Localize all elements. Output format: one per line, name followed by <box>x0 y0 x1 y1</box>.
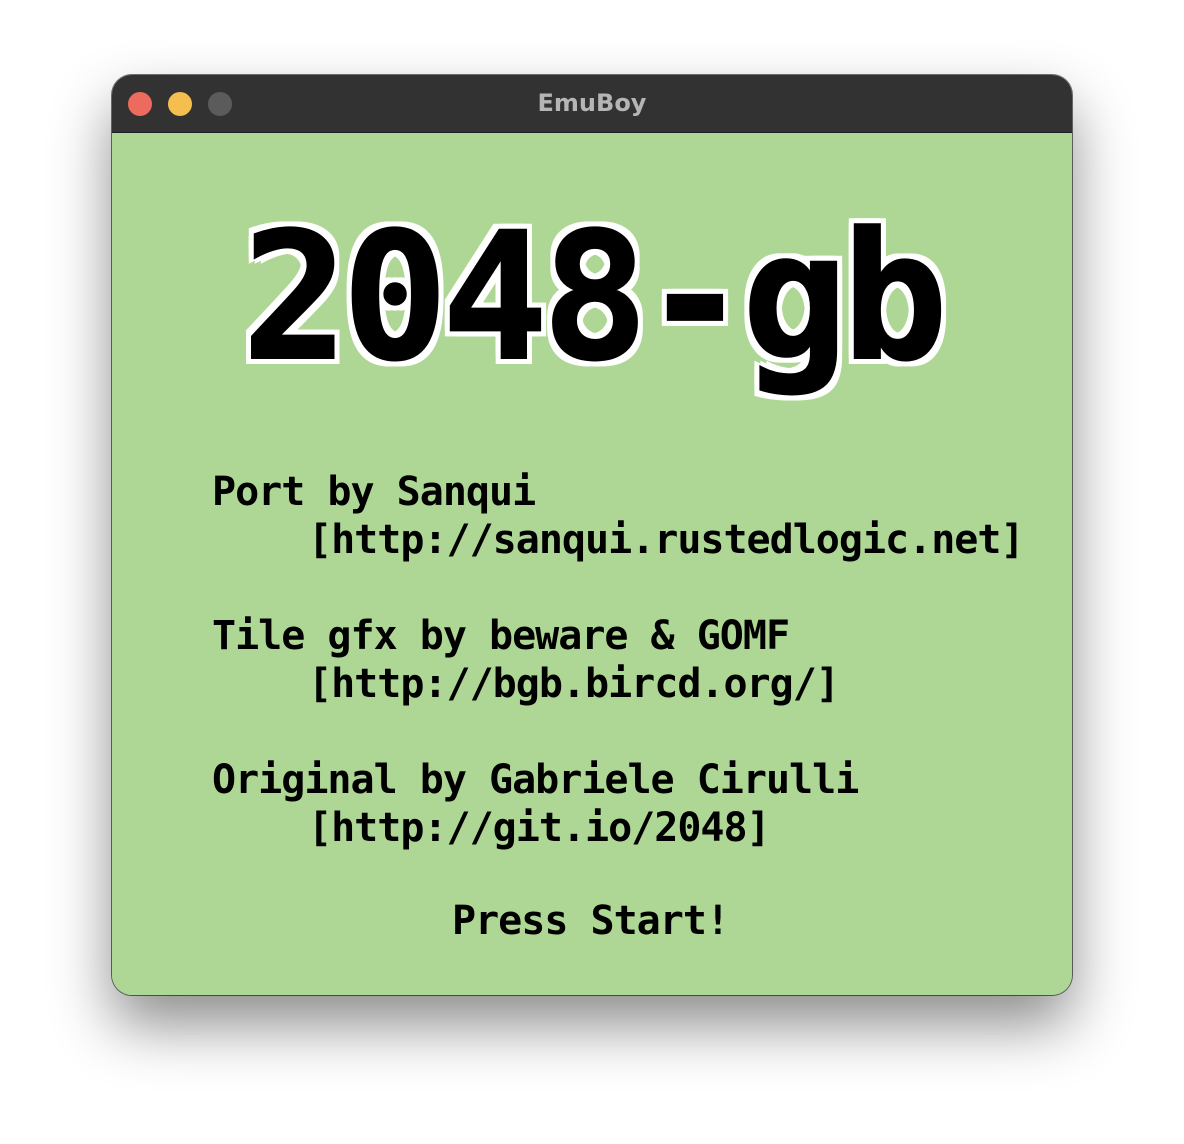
emulator-window: EmuBoy 2048-gb Port by Sanqui [http://sa… <box>112 75 1072 995</box>
game-screen[interactable]: 2048-gb Port by Sanqui [http://sanqui.ru… <box>112 133 1072 995</box>
credit-port-url: [http://sanqui.rustedlogic.net] <box>308 517 1025 563</box>
credit-original-label: Original by Gabriele Cirulli <box>212 757 859 803</box>
credit-original-url: [http://git.io/2048] <box>308 805 771 851</box>
credit-tiles-label: Tile gfx by beware & GOMF <box>212 613 790 659</box>
press-start-prompt: Press Start! <box>452 898 730 944</box>
credit-port-label: Port by Sanqui <box>212 469 536 515</box>
title-bar[interactable]: EmuBoy <box>112 75 1072 133</box>
game-logo: 2048-gb <box>241 195 949 400</box>
window-title: EmuBoy <box>537 89 647 117</box>
credit-tiles-url: [http://bgb.bircd.org/] <box>308 661 840 707</box>
